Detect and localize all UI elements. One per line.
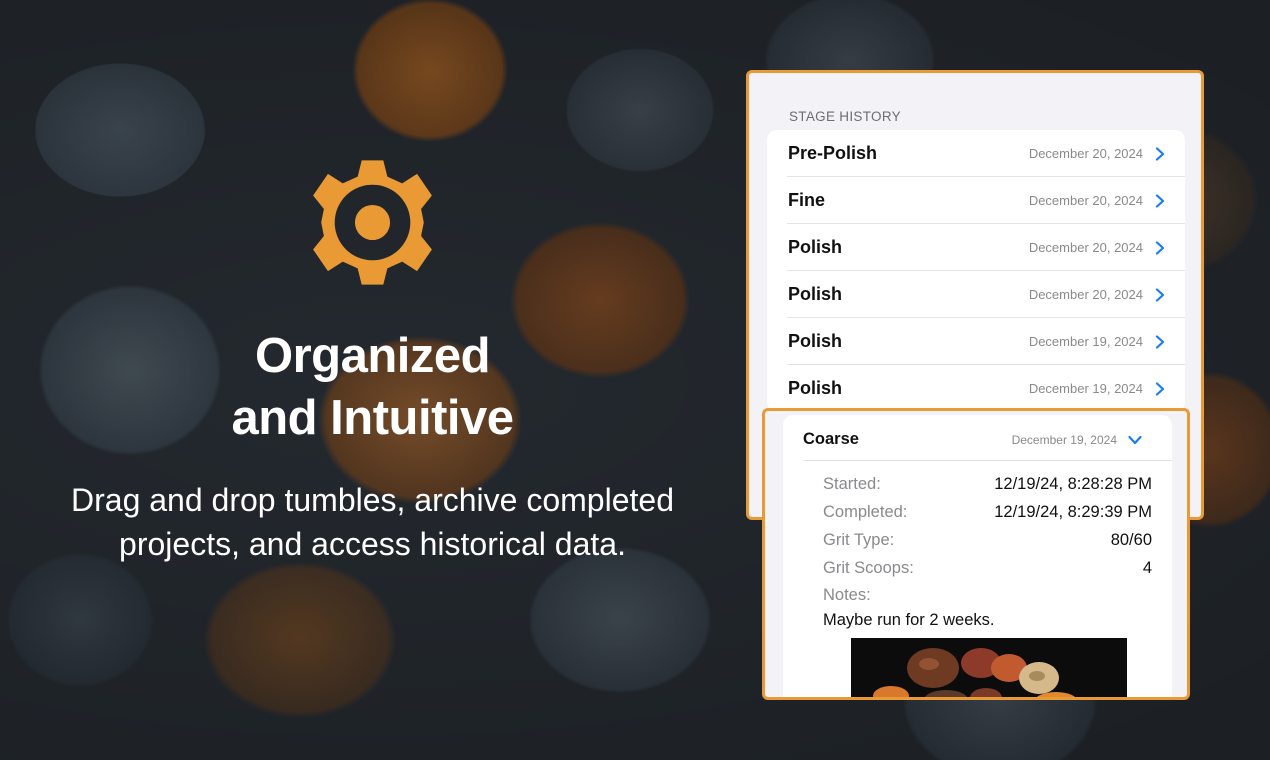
stage-name: Polish (788, 378, 843, 398)
detail-label: Started: (823, 475, 881, 493)
stage-name: Polish (788, 331, 843, 351)
stage-row[interactable]: Fine December 20, 2024 (767, 177, 1185, 224)
stage-date: December 19, 2024 (1028, 381, 1143, 396)
stage-row[interactable]: Polish December 19, 2024 (767, 365, 1185, 412)
notes-text: Maybe run for 2 weeks. (823, 611, 995, 629)
stage-detail-content: Coarse December 19, 2024 Started: 12/19/… (783, 415, 1172, 697)
stage-history-list: Pre-Polish December 20, 2024 Fine Decemb… (767, 130, 1185, 412)
notes-label: Notes: (823, 586, 871, 604)
stage-date: December 20, 2024 (1028, 193, 1143, 208)
hero-subtitle-line2: projects, and access historical data. (119, 526, 626, 562)
stage-photo[interactable] (851, 638, 1127, 697)
hero-subtitle-line1: Drag and drop tumbles, archive completed (71, 482, 674, 518)
stage-row[interactable]: Polish December 20, 2024 (767, 224, 1185, 271)
chevron-down-icon[interactable] (1128, 434, 1142, 446)
stage-name: Polish (788, 284, 843, 304)
chevron-right-icon (1155, 146, 1165, 161)
stage-detail-title: Coarse (803, 430, 859, 448)
stage-date: December 20, 2024 (1028, 240, 1143, 255)
stage-row[interactable]: Polish December 19, 2024 (767, 318, 1185, 365)
stage-detail-date: December 19, 2024 (1011, 433, 1117, 447)
stage-detail-header[interactable]: Coarse December 19, 2024 (783, 415, 1172, 461)
detail-value: 12/19/24, 8:29:39 PM (994, 503, 1152, 521)
chevron-right-icon (1155, 193, 1165, 208)
section-header: STAGE HISTORY (789, 109, 901, 124)
hero-section: Organized and Intuitive Drag and drop tu… (0, 0, 745, 760)
chevron-right-icon (1155, 287, 1165, 302)
tumbled-rocks-image (851, 638, 1127, 697)
detail-label: Completed: (823, 503, 908, 521)
detail-label: Grit Scoops: (823, 559, 914, 577)
stage-date: December 20, 2024 (1028, 146, 1143, 161)
stage-name: Pre-Polish (788, 143, 878, 163)
hero-subtitle: Drag and drop tumbles, archive completed… (20, 478, 725, 566)
chevron-right-icon (1155, 334, 1165, 349)
gear-icon (313, 160, 432, 285)
hero-title-line1: Organized (254, 329, 491, 383)
stage-name: Fine (788, 190, 826, 210)
chevron-right-icon (1155, 381, 1165, 396)
detail-label: Grit Type: (823, 531, 895, 549)
stage-row[interactable]: Polish December 20, 2024 (767, 271, 1185, 318)
stage-name: Polish (788, 237, 843, 257)
stage-detail-card: Coarse December 19, 2024 Started: 12/19/… (762, 408, 1190, 700)
stage-row[interactable]: Pre-Polish December 20, 2024 (767, 130, 1185, 177)
chevron-right-icon (1155, 240, 1165, 255)
detail-value: 12/19/24, 8:28:28 PM (994, 475, 1152, 493)
hero-title-line2: and Intuitive (231, 391, 514, 445)
stage-date: December 20, 2024 (1028, 287, 1143, 302)
stage-date: December 19, 2024 (1028, 334, 1143, 349)
hero-title: Organized and Intuitive (0, 325, 745, 449)
detail-value: 4 (1142, 559, 1152, 577)
detail-value: 80/60 (1110, 531, 1152, 549)
